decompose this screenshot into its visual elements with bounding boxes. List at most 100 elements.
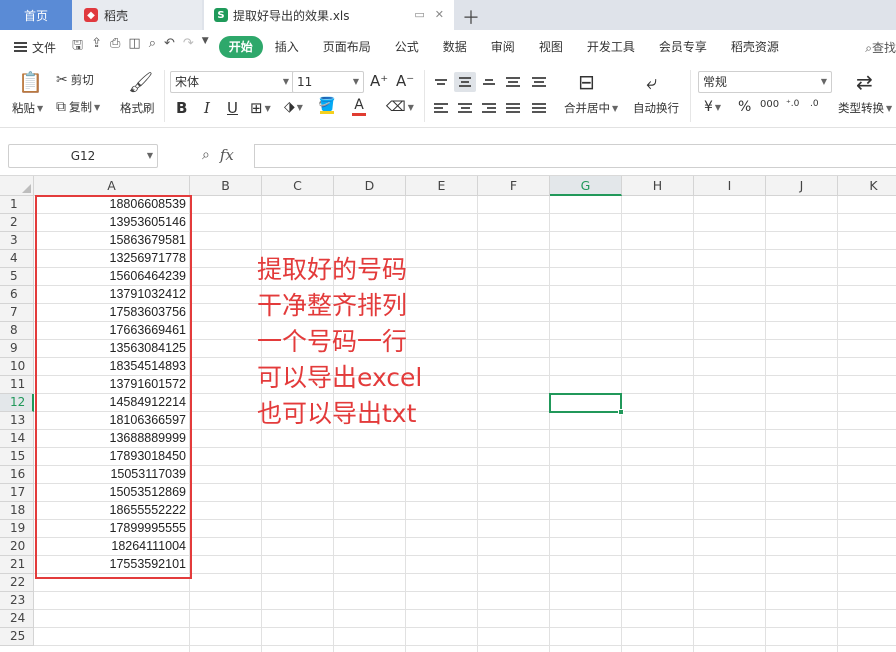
row-header-20[interactable]: 20	[0, 538, 34, 556]
format-painter-button[interactable]: 格式刷	[120, 100, 155, 116]
row-header-9[interactable]: 9	[0, 340, 34, 358]
search-doc-icon[interactable]: ⌕	[149, 36, 156, 58]
align-top-icon[interactable]	[430, 72, 452, 92]
menu-item-developer[interactable]: 开发工具	[575, 36, 647, 58]
selected-cell[interactable]	[549, 393, 624, 415]
row-header-25[interactable]: 25	[0, 628, 34, 646]
fill-color-icon[interactable]: 🪣	[318, 97, 335, 114]
close-tab-icon[interactable]: ✕	[435, 8, 444, 21]
column-header-i[interactable]: I	[694, 176, 766, 196]
cell-a2[interactable]: 13953605146	[34, 214, 190, 232]
increase-font-icon[interactable]: A⁺	[370, 72, 388, 90]
menu-search[interactable]: ⌕查找	[865, 39, 896, 56]
row-header-15[interactable]: 15	[0, 448, 34, 466]
column-header-g[interactable]: G	[550, 176, 622, 196]
tab-docer[interactable]: ◆ 稻壳	[72, 0, 202, 30]
cell-a10[interactable]: 18354514893	[34, 358, 190, 376]
column-header-k[interactable]: K	[838, 176, 896, 196]
cell-a5[interactable]: 15606464239	[34, 268, 190, 286]
cell-a1[interactable]: 18806608539	[34, 196, 190, 214]
clear-icon[interactable]: ⌫ ▼	[386, 99, 414, 115]
column-header-d[interactable]: D	[334, 176, 406, 196]
column-header-h[interactable]: H	[622, 176, 694, 196]
row-header-1[interactable]: 1	[0, 196, 34, 214]
menu-item-view[interactable]: 视图	[527, 36, 575, 58]
cell-a3[interactable]: 15863679581	[34, 232, 190, 250]
export-icon[interactable]: ⇪	[91, 36, 102, 58]
italic-icon[interactable]: I	[204, 99, 210, 117]
row-header-8[interactable]: 8	[0, 322, 34, 340]
zoom-icon[interactable]: ⌕	[202, 147, 210, 163]
row-header-11[interactable]: 11	[0, 376, 34, 394]
wrap-text-icon[interactable]: ⤶	[646, 70, 657, 94]
name-box[interactable]: G12 ▼	[8, 144, 158, 168]
cut-button[interactable]: ✂ 剪切	[56, 72, 94, 88]
fill-handle[interactable]	[618, 409, 624, 415]
menu-item-formula[interactable]: 公式	[383, 36, 431, 58]
cell-a14[interactable]: 13688889999	[34, 430, 190, 448]
cell-a20[interactable]: 18264111004	[34, 538, 190, 556]
type-convert-button[interactable]: 类型转换 ▼	[838, 100, 892, 116]
menu-item-review[interactable]: 审阅	[479, 36, 527, 58]
undo-icon[interactable]: ↶	[164, 36, 175, 58]
align-middle-icon[interactable]	[454, 72, 476, 92]
cell-a4[interactable]: 13256971778	[34, 250, 190, 268]
column-header-c[interactable]: C	[262, 176, 334, 196]
merge-center-icon[interactable]: ⊟	[578, 70, 595, 94]
column-header-a[interactable]: A	[34, 176, 190, 196]
decrease-indent-icon[interactable]	[502, 72, 524, 92]
format-painter-icon[interactable]: 🖌	[128, 70, 153, 94]
row-header-23[interactable]: 23	[0, 592, 34, 610]
row-header-4[interactable]: 4	[0, 250, 34, 268]
row-header-3[interactable]: 3	[0, 232, 34, 250]
currency-icon[interactable]: ¥ ▼	[704, 99, 721, 115]
cell-a9[interactable]: 13563084125	[34, 340, 190, 358]
new-tab-icon[interactable]: ＋	[462, 4, 480, 30]
cell-a18[interactable]: 18655552222	[34, 502, 190, 520]
row-header-22[interactable]: 22	[0, 574, 34, 592]
justify-icon[interactable]	[502, 98, 524, 118]
cell-a17[interactable]: 15053512869	[34, 484, 190, 502]
menu-item-page-layout[interactable]: 页面布局	[311, 36, 383, 58]
number-format-select[interactable]: 常规 ▼	[698, 71, 832, 93]
print-preview-icon[interactable]: ◫	[128, 36, 140, 58]
row-header-6[interactable]: 6	[0, 286, 34, 304]
paste-button[interactable]: 粘贴 ▼	[12, 100, 43, 116]
border-icon[interactable]: ⊞ ▼	[250, 99, 271, 117]
column-header-f[interactable]: F	[478, 176, 550, 196]
font-color-icon[interactable]: A	[352, 97, 366, 116]
cell-a16[interactable]: 15053117039	[34, 466, 190, 484]
increase-decimal-icon[interactable]: ⁺.0	[786, 99, 799, 109]
percent-icon[interactable]: %	[738, 99, 751, 115]
row-header-12[interactable]: 12	[0, 394, 34, 412]
cell-a11[interactable]: 13791601572	[34, 376, 190, 394]
align-right-icon[interactable]	[478, 98, 500, 118]
row-header-2[interactable]: 2	[0, 214, 34, 232]
copy-button[interactable]: ⧉ 复制 ▼	[56, 99, 100, 115]
row-header-24[interactable]: 24	[0, 610, 34, 628]
fx-icon[interactable]: fx	[220, 146, 234, 164]
row-header-16[interactable]: 16	[0, 466, 34, 484]
column-header-j[interactable]: J	[766, 176, 838, 196]
cell-a19[interactable]: 17899995555	[34, 520, 190, 538]
align-center-icon[interactable]	[454, 98, 476, 118]
cell-a6[interactable]: 13791032412	[34, 286, 190, 304]
row-header-13[interactable]: 13	[0, 412, 34, 430]
row-header-10[interactable]: 10	[0, 358, 34, 376]
menu-item-start[interactable]: 开始	[218, 36, 263, 58]
select-all-corner[interactable]	[0, 176, 34, 196]
decrease-font-icon[interactable]: A⁻	[396, 72, 414, 90]
row-header-5[interactable]: 5	[0, 268, 34, 286]
cell-a21[interactable]: 17553592101	[34, 556, 190, 574]
tab-window-icon[interactable]: ▭	[414, 8, 424, 21]
redo-icon[interactable]: ↷	[183, 36, 194, 58]
type-convert-icon[interactable]: ⇄	[856, 70, 873, 94]
file-menu[interactable]: 文件	[0, 39, 64, 56]
align-bottom-icon[interactable]	[478, 72, 500, 92]
font-name-select[interactable]: 宋体 ▼	[170, 71, 294, 93]
row-header-14[interactable]: 14	[0, 430, 34, 448]
cell-a12[interactable]: 14584912214	[34, 394, 190, 412]
row-header-17[interactable]: 17	[0, 484, 34, 502]
menu-item-data[interactable]: 数据	[431, 36, 479, 58]
decrease-decimal-icon[interactable]: .0	[810, 99, 819, 109]
